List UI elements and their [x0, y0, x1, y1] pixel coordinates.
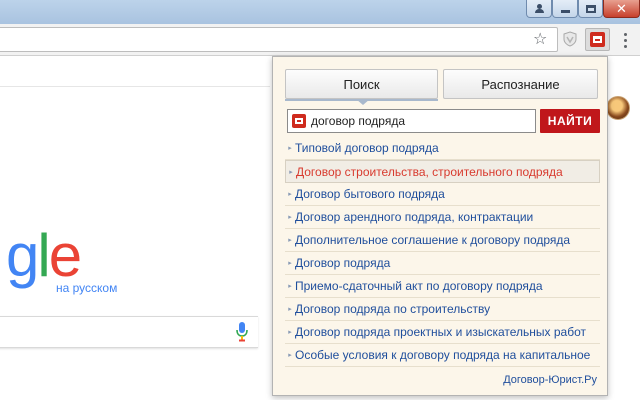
microphone-icon[interactable] [236, 322, 248, 342]
find-button[interactable]: НАЙТИ [540, 109, 600, 133]
more-vert-icon[interactable] [618, 31, 632, 49]
search-input[interactable]: договор подряда [287, 109, 536, 133]
bullet-icon: ▸ [288, 260, 292, 267]
extension-popup: Поиск Распознание договор подряда НАЙТИ … [272, 56, 608, 396]
dogovor-extension-icon [590, 32, 605, 47]
bullet-icon: ▸ [288, 283, 292, 290]
list-item[interactable]: ▸ Договор подряда по строительству [285, 298, 600, 321]
bullet-icon: ▸ [288, 329, 292, 336]
bullet-icon: ▸ [289, 168, 293, 176]
google-logo: gle [6, 222, 82, 289]
dogovor-logo-icon [292, 114, 306, 128]
star-icon[interactable]: ☆ [533, 31, 547, 49]
minimize-button[interactable] [552, 0, 578, 18]
footer-site-link[interactable]: Договор-Юрист.Ру [503, 374, 597, 386]
search-query-text: договор подряда [311, 114, 406, 128]
address-bar[interactable]: ☆ [0, 27, 558, 52]
user-icon [534, 4, 544, 13]
close-icon: ✕ [616, 1, 627, 16]
list-item[interactable]: ▸ Особые условия к договору подряда на ка… [285, 344, 600, 367]
tab-search[interactable]: Поиск [285, 69, 438, 99]
list-item-highlighted[interactable]: ▸ Договор строительства, строительного по… [285, 160, 600, 183]
list-item[interactable]: ▸ Типовой договор подряда [285, 137, 600, 160]
minimize-icon [560, 10, 570, 13]
bullet-icon: ▸ [288, 214, 292, 221]
shield-icon[interactable] [562, 31, 578, 47]
dogovor-extension-button[interactable] [585, 28, 610, 51]
list-item[interactable]: ▸ Договор подряда проектных и изыскательн… [285, 321, 600, 344]
list-item[interactable]: ▸ Дополнительное соглашение к договору по… [285, 229, 600, 252]
window-titlebar: ✕ [0, 0, 640, 24]
page-header-divider [0, 86, 270, 87]
list-item[interactable]: ▸ Договор подряда [285, 252, 600, 275]
bullet-icon: ▸ [288, 352, 292, 359]
bullet-icon: ▸ [288, 306, 292, 313]
maximize-button[interactable] [578, 0, 603, 18]
list-item[interactable]: ▸ Договор бытового подряда [285, 183, 600, 206]
suggestion-list: ▸ Типовой договор подряда ▸ Договор строит… [285, 137, 600, 367]
close-button[interactable]: ✕ [603, 0, 640, 18]
bullet-icon: ▸ [288, 145, 292, 152]
bullet-icon: ▸ [288, 237, 292, 244]
logo-subtitle: на русском [56, 281, 118, 295]
google-search-input[interactable] [0, 316, 258, 348]
active-tab-pointer [356, 99, 370, 105]
tab-recognition[interactable]: Распознание [443, 69, 598, 99]
browser-toolbar: ☆ [0, 24, 640, 56]
avatar[interactable] [606, 96, 630, 120]
maximize-icon [585, 4, 596, 13]
profile-button[interactable] [526, 0, 552, 18]
bullet-icon: ▸ [288, 191, 292, 198]
list-item[interactable]: ▸ Договор арендного подряда, контрактации [285, 206, 600, 229]
list-item[interactable]: ▸ Приемо-сдаточный акт по договору подряд… [285, 275, 600, 298]
